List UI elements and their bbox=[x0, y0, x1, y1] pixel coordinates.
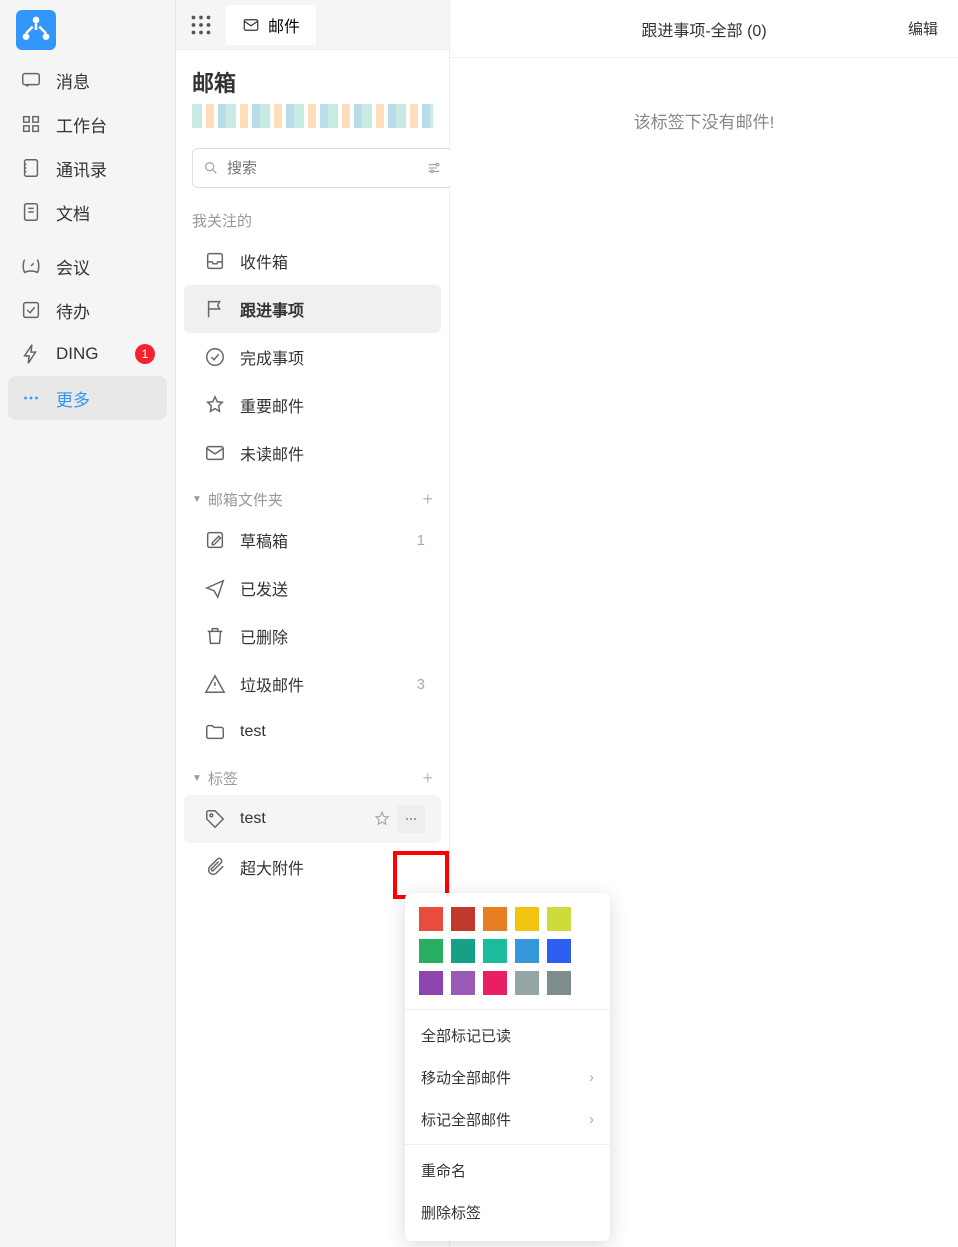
nav-contacts[interactable]: 通讯录 bbox=[0, 146, 175, 190]
folder-large-attach[interactable]: 超大附件 bbox=[184, 843, 441, 891]
search-input[interactable] bbox=[227, 160, 426, 177]
color-swatch[interactable] bbox=[483, 939, 507, 963]
color-swatch[interactable] bbox=[483, 907, 507, 931]
section-folders[interactable]: ▼邮箱文件夹+ bbox=[176, 477, 449, 516]
tag-test[interactable]: test bbox=[184, 795, 441, 843]
nav-label: 工作台 bbox=[56, 112, 107, 137]
nav-docs[interactable]: 文档 bbox=[0, 190, 175, 234]
caret-down-icon: ▼ bbox=[192, 773, 202, 784]
color-swatch[interactable] bbox=[451, 971, 475, 995]
check-icon bbox=[204, 346, 226, 368]
doc-icon bbox=[20, 201, 42, 223]
spam-icon bbox=[204, 673, 226, 695]
app-grid-button[interactable] bbox=[186, 10, 216, 40]
message-icon bbox=[20, 69, 42, 91]
attach-icon bbox=[204, 856, 226, 878]
color-swatch[interactable] bbox=[451, 907, 475, 931]
todo-icon bbox=[20, 299, 42, 321]
search-icon bbox=[203, 160, 219, 176]
content-header: 跟进事项-全部 (0) 编辑 bbox=[450, 0, 958, 58]
color-swatch[interactable] bbox=[547, 971, 571, 995]
ding-icon bbox=[20, 343, 42, 365]
star-outline-icon[interactable] bbox=[373, 810, 391, 828]
tab-label: 邮件 bbox=[268, 13, 300, 37]
color-swatch[interactable] bbox=[419, 907, 443, 931]
color-swatch[interactable] bbox=[419, 971, 443, 995]
folder-important[interactable]: 重要邮件 bbox=[184, 381, 441, 429]
edit-button[interactable]: 编辑 bbox=[908, 18, 938, 39]
ding-badge: 1 bbox=[135, 344, 155, 364]
color-swatch[interactable] bbox=[451, 939, 475, 963]
add-folder-button[interactable]: + bbox=[422, 489, 433, 510]
folder-unread[interactable]: 未读邮件 bbox=[184, 429, 441, 477]
app-logo bbox=[16, 10, 56, 50]
search-box[interactable] bbox=[192, 148, 453, 188]
nav-label: 待办 bbox=[56, 298, 90, 323]
color-swatch[interactable] bbox=[547, 907, 571, 931]
color-swatch[interactable] bbox=[515, 939, 539, 963]
workbench-icon bbox=[20, 113, 42, 135]
section-tags[interactable]: ▼标签+ bbox=[176, 756, 449, 795]
color-swatch[interactable] bbox=[483, 971, 507, 995]
nav-label: 通讯录 bbox=[56, 156, 107, 181]
more-icon bbox=[20, 387, 42, 409]
folder-inbox[interactable]: 收件箱 bbox=[184, 237, 441, 285]
ctx-rename[interactable]: 重命名 bbox=[405, 1149, 610, 1191]
empty-message: 该标签下没有邮件! bbox=[450, 58, 958, 183]
nav-todo[interactable]: 待办 bbox=[0, 288, 175, 332]
folder-sent[interactable]: 已发送 bbox=[184, 564, 441, 612]
contacts-icon bbox=[20, 157, 42, 179]
folder-icon bbox=[204, 721, 226, 743]
tag-context-menu: 全部标记已读 移动全部邮件› 标记全部邮件› 重命名 删除标签 bbox=[405, 893, 610, 1241]
folder-done[interactable]: 完成事项 bbox=[184, 333, 441, 381]
nav-workbench[interactable]: 工作台 bbox=[0, 102, 175, 146]
folder-drafts[interactable]: 草稿箱1 bbox=[184, 516, 441, 564]
left-rail: 消息 工作台 通讯录 文档 会议 待办 DING 1 更多 bbox=[0, 0, 175, 1247]
account-avatar-row bbox=[192, 104, 433, 128]
folder-followup[interactable]: 跟进事项 bbox=[184, 285, 441, 333]
color-swatch[interactable] bbox=[547, 939, 571, 963]
nav-label: 会议 bbox=[56, 254, 90, 279]
nav-messages[interactable]: 消息 bbox=[0, 58, 175, 102]
mail-icon bbox=[242, 16, 260, 34]
filter-icon[interactable] bbox=[426, 160, 442, 176]
mail-title: 邮箱 bbox=[192, 66, 433, 98]
inbox-icon bbox=[204, 250, 226, 272]
chevron-right-icon: › bbox=[589, 1069, 594, 1086]
ctx-tag-all[interactable]: 标记全部邮件› bbox=[405, 1098, 610, 1140]
tag-icon bbox=[204, 808, 226, 830]
nav-more[interactable]: 更多 bbox=[8, 376, 167, 420]
nav-label: 文档 bbox=[56, 200, 90, 225]
nav-label: 更多 bbox=[56, 386, 90, 411]
add-tag-button[interactable]: + bbox=[422, 768, 433, 789]
folder-test[interactable]: test bbox=[184, 708, 441, 756]
star-icon bbox=[204, 394, 226, 416]
section-favorites: 我关注的 bbox=[176, 198, 449, 237]
sent-icon bbox=[204, 577, 226, 599]
ctx-delete[interactable]: 删除标签 bbox=[405, 1191, 610, 1233]
caret-down-icon: ▼ bbox=[192, 494, 202, 505]
color-swatch[interactable] bbox=[515, 971, 539, 995]
nav-label: DING bbox=[56, 344, 99, 364]
ctx-mark-read[interactable]: 全部标记已读 bbox=[405, 1014, 610, 1056]
folder-spam[interactable]: 垃圾邮件3 bbox=[184, 660, 441, 708]
meeting-icon bbox=[20, 255, 42, 277]
nav-label: 消息 bbox=[56, 68, 90, 93]
ctx-move-all[interactable]: 移动全部邮件› bbox=[405, 1056, 610, 1098]
nav-meeting[interactable]: 会议 bbox=[0, 244, 175, 288]
flag-icon bbox=[204, 298, 226, 320]
folder-trash[interactable]: 已删除 bbox=[184, 612, 441, 660]
content-title: 跟进事项-全部 (0) bbox=[641, 17, 766, 41]
color-swatch[interactable] bbox=[515, 907, 539, 931]
tabbar: 邮件 bbox=[176, 0, 449, 50]
tag-more-button[interactable] bbox=[397, 805, 425, 833]
chevron-right-icon: › bbox=[589, 1111, 594, 1128]
nav-ding[interactable]: DING 1 bbox=[0, 332, 175, 376]
tab-mail[interactable]: 邮件 bbox=[226, 5, 316, 45]
color-picker bbox=[405, 893, 610, 1005]
mail-icon bbox=[204, 442, 226, 464]
draft-icon bbox=[204, 529, 226, 551]
color-swatch[interactable] bbox=[419, 939, 443, 963]
trash-icon bbox=[204, 625, 226, 647]
